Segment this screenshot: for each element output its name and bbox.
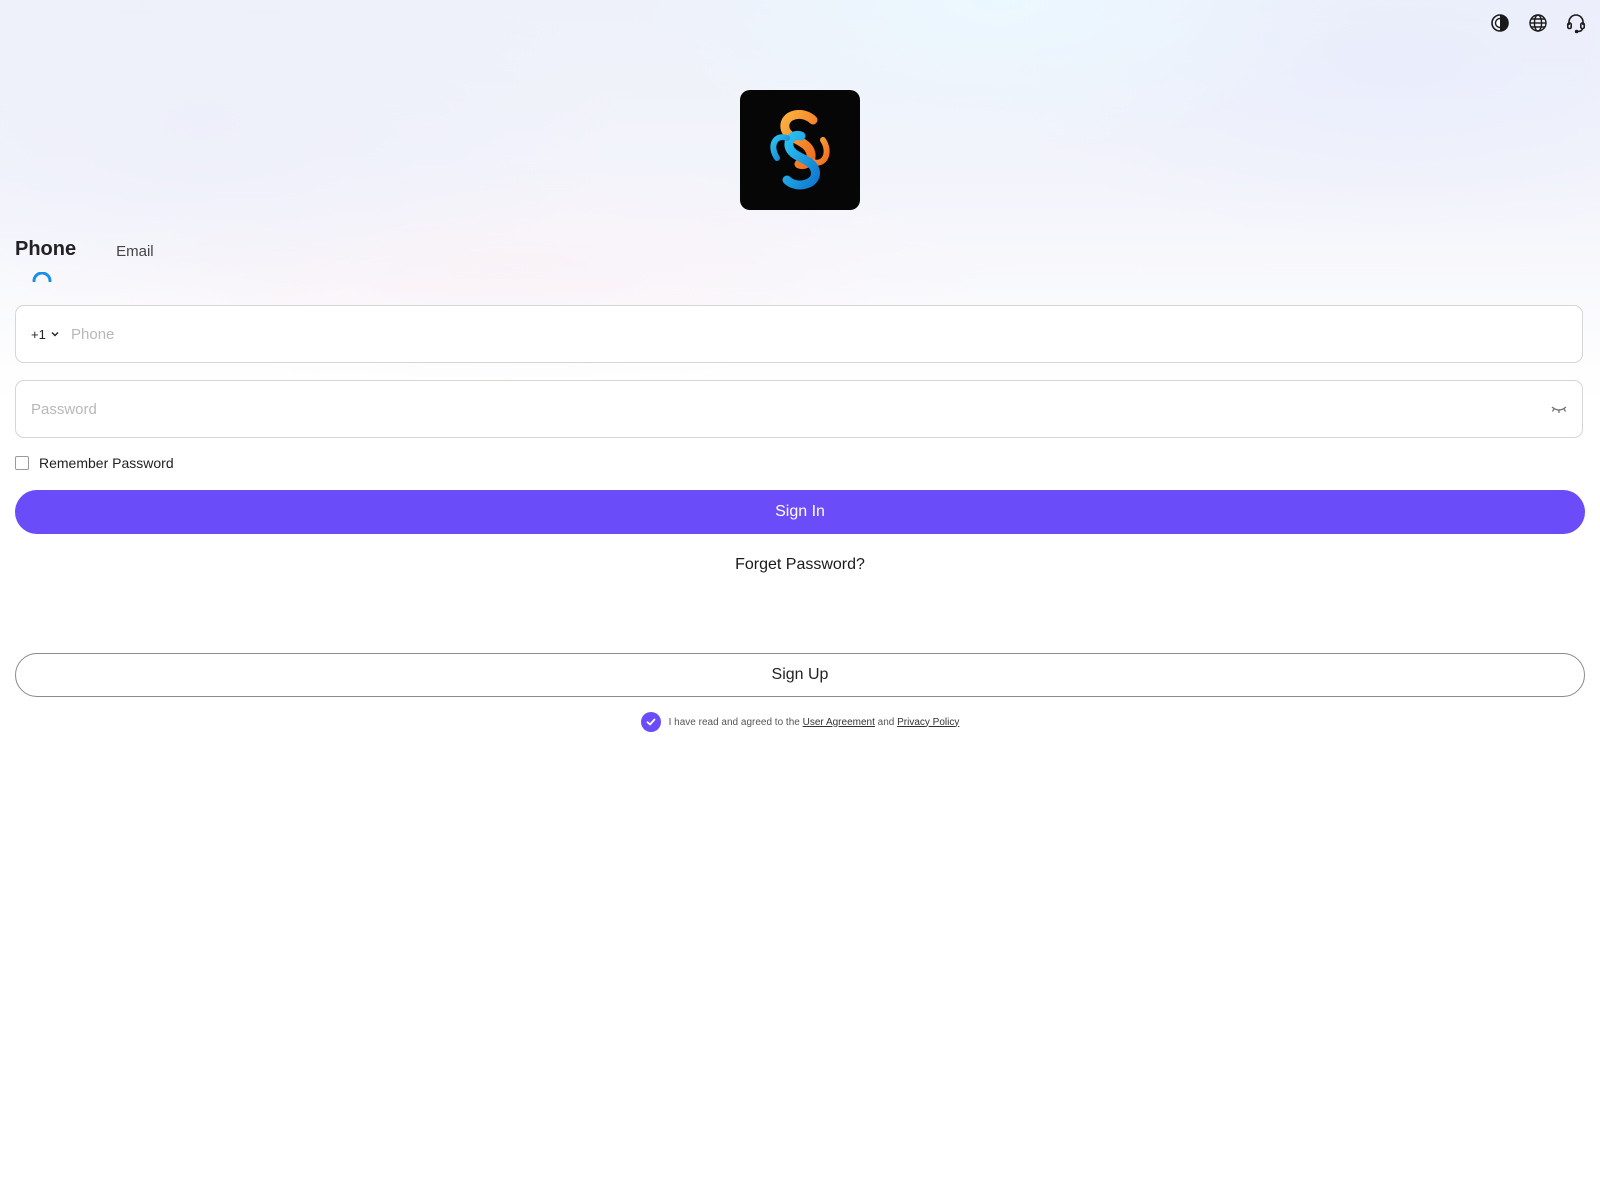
sign-in-button[interactable]: Sign In — [15, 490, 1585, 534]
country-code-value: +1 — [31, 326, 46, 342]
forget-password-link[interactable]: Forget Password? — [735, 556, 865, 573]
top-toolbar — [1488, 11, 1588, 35]
checkmark-icon — [646, 718, 656, 726]
privacy-policy-link[interactable]: Privacy Policy — [897, 717, 959, 728]
globe-language-icon[interactable] — [1526, 11, 1550, 35]
login-method-tabs: Phone Email — [15, 238, 154, 282]
agreement-checkbox[interactable] — [640, 712, 661, 732]
theme-contrast-icon[interactable] — [1488, 11, 1512, 35]
sign-in-label: Sign In — [775, 503, 825, 520]
tab-email[interactable]: Email — [116, 238, 154, 260]
eye-closed-icon[interactable] — [1550, 401, 1568, 417]
sign-up-button[interactable]: Sign Up — [15, 653, 1585, 697]
password-field — [15, 380, 1583, 438]
chevron-down-icon — [51, 332, 59, 337]
country-code-select[interactable]: +1 — [31, 306, 60, 362]
tab-phone[interactable]: Phone — [15, 238, 77, 282]
headset-support-icon[interactable] — [1564, 11, 1588, 35]
user-agreement-link[interactable]: User Agreement — [803, 717, 875, 728]
app-logo — [740, 90, 860, 210]
phone-field: +1 — [15, 305, 1583, 363]
agreement-prefix: I have read and agreed to the — [668, 716, 800, 728]
remember-password-label: Remember Password — [39, 455, 174, 471]
agreement-row: I have read and agreed to the User Agree… — [0, 712, 1600, 732]
tab-email-label: Email — [116, 243, 154, 260]
remember-password: Remember Password — [15, 455, 174, 471]
forget-password: Forget Password? — [0, 556, 1600, 574]
sign-up-label: Sign Up — [771, 666, 829, 683]
tab-phone-label: Phone — [15, 238, 77, 260]
agreement-conjunction: and — [877, 716, 895, 728]
remember-password-checkbox[interactable] — [15, 456, 29, 470]
password-input[interactable] — [31, 381, 1531, 437]
tab-active-indicator — [32, 272, 52, 282]
phone-input[interactable] — [71, 306, 1561, 362]
